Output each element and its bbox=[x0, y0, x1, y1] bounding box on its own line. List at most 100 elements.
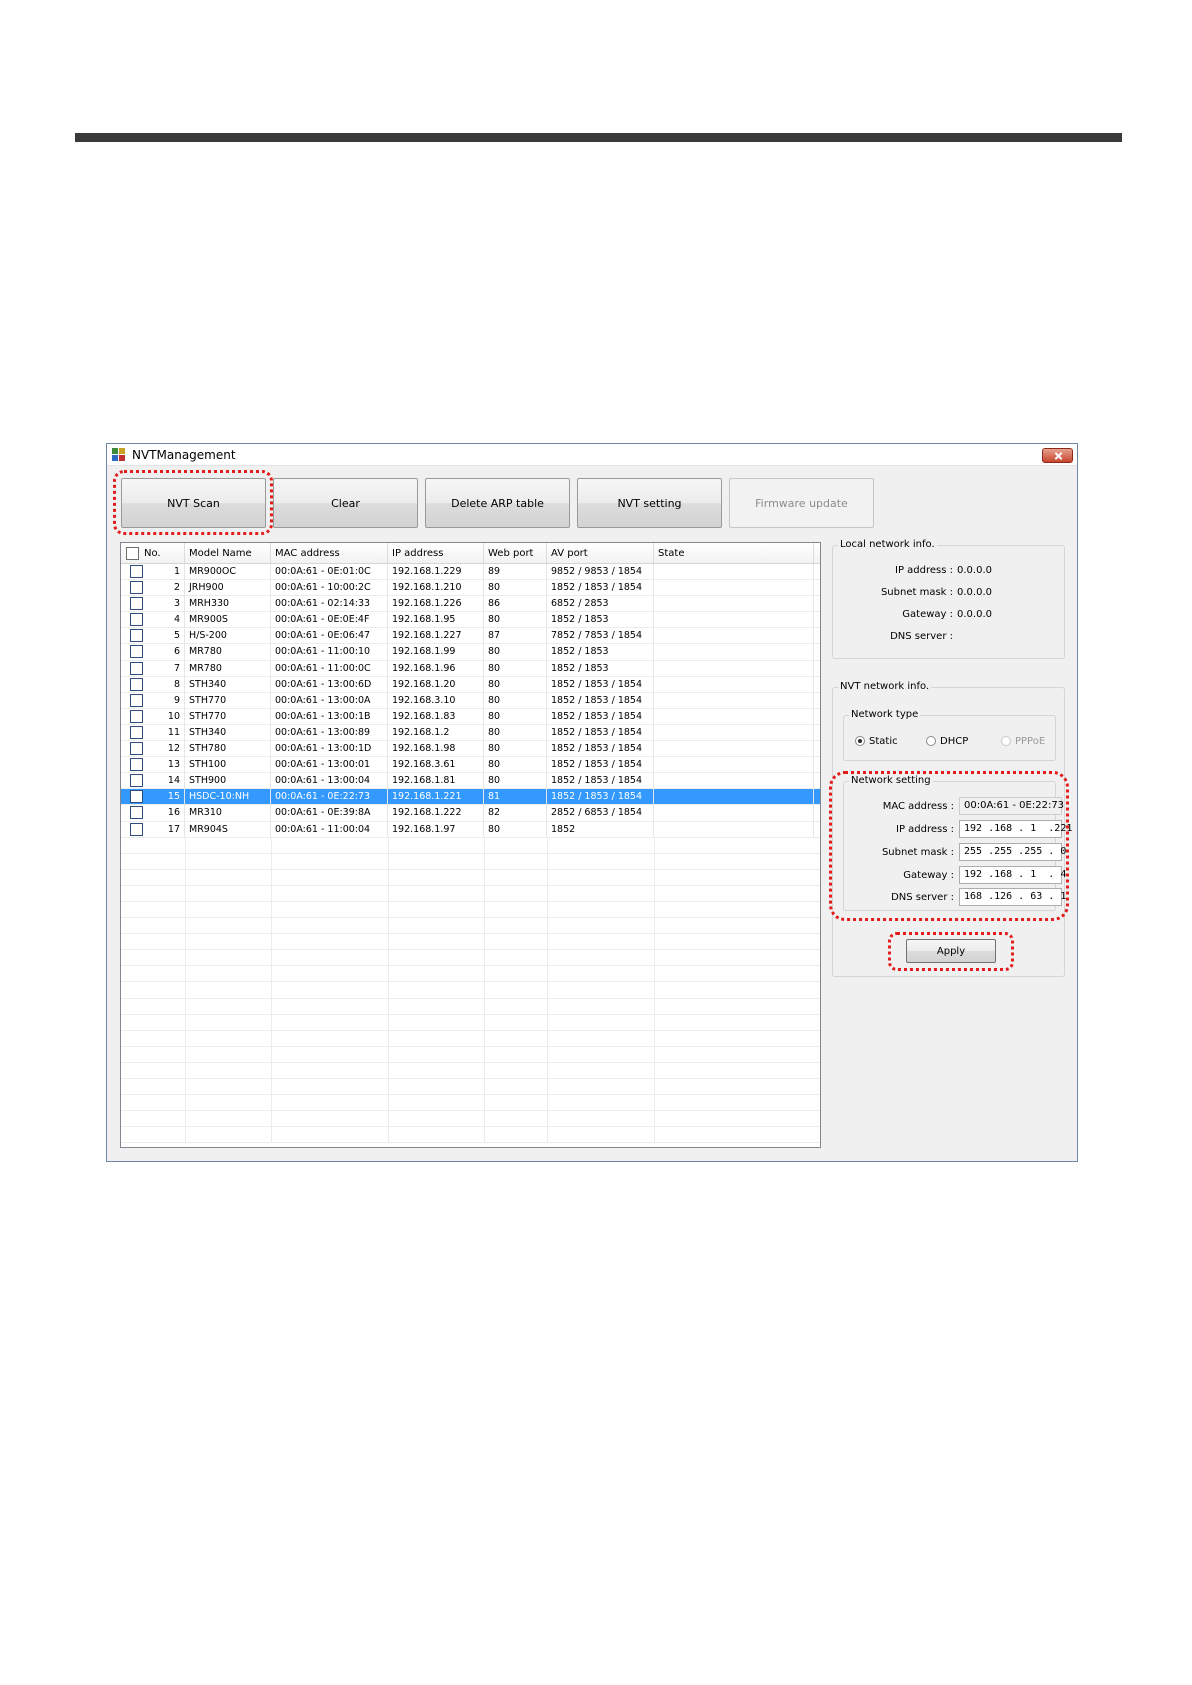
column-divider bbox=[388, 1111, 389, 1127]
dhcp-radio[interactable] bbox=[926, 736, 936, 746]
column-divider bbox=[271, 1062, 272, 1078]
cell-av-port: 1852 bbox=[547, 821, 654, 838]
cell-mac: 00:0A:61 - 13:00:1B bbox=[271, 708, 388, 725]
table-header: No. Model Name MAC address IP address We… bbox=[121, 543, 820, 564]
column-divider bbox=[271, 853, 272, 869]
nvt-scan-button[interactable]: NVT Scan bbox=[121, 478, 266, 528]
nvt-dns-field[interactable]: 168 .126 . 63 . 1 bbox=[959, 888, 1066, 906]
delete-arp-table-button[interactable]: Delete ARP table bbox=[425, 478, 570, 528]
column-divider bbox=[654, 1095, 655, 1111]
cell-no: 5 bbox=[121, 628, 185, 645]
clear-button[interactable]: Clear bbox=[273, 478, 418, 528]
table-row[interactable]: 8 STH340 00:0A:61 - 13:00:6D 192.168.1.20 80… bbox=[121, 676, 820, 693]
table-row[interactable]: 6 MR780 00:0A:61 - 11:00:10 192.168.1.99 80 1… bbox=[121, 644, 820, 661]
table-row[interactable]: 5 H/S-200 00:0A:61 - 0E:06:47 192.168.1.227… bbox=[121, 628, 820, 645]
cell-mac: 00:0A:61 - 11:00:0C bbox=[271, 660, 388, 677]
nvt-subnet-field[interactable]: 255 .255 .255 . 0 bbox=[959, 843, 1066, 861]
table-row[interactable]: 9 STH770 00:0A:61 - 13:00:0A 192.168.3.10 80… bbox=[121, 692, 820, 709]
device-table[interactable]: No. Model Name MAC address IP address We… bbox=[120, 542, 821, 1148]
table-row[interactable]: 11 STH340 00:0A:61 - 13:00:89 192.168.1.2 80… bbox=[121, 724, 820, 742]
cell-mac: 00:0A:61 - 11:00:04 bbox=[271, 821, 388, 838]
cell-no: 4 bbox=[121, 612, 185, 629]
cell-state bbox=[654, 773, 814, 790]
delete-arp-label: Delete ARP table bbox=[451, 496, 544, 510]
table-row[interactable]: 1 MR900OC 00:0A:61 - 0E:01:0C 192.168.1.229… bbox=[121, 564, 820, 581]
static-radio[interactable] bbox=[855, 736, 865, 746]
table-row[interactable]: 14 STH900 00:0A:61 - 13:00:04 192.168.1.81 8… bbox=[121, 773, 820, 790]
local-gateway-value: 0.0.0.0 bbox=[957, 609, 992, 620]
header-no-label: No. bbox=[144, 548, 161, 559]
cell-web-port: 80 bbox=[484, 708, 547, 725]
column-divider bbox=[654, 837, 655, 853]
cell-web-port: 80 bbox=[484, 644, 547, 661]
cell-web-port: 80 bbox=[484, 692, 547, 709]
column-divider bbox=[654, 1111, 655, 1127]
cell-av-port: 1852 / 1853 / 1854 bbox=[547, 708, 654, 725]
cell-ip: 192.168.1.227 bbox=[388, 628, 484, 645]
column-divider bbox=[547, 853, 548, 869]
cell-ip: 192.168.1.222 bbox=[388, 805, 484, 822]
empty-row bbox=[121, 1127, 820, 1144]
column-divider bbox=[185, 1030, 186, 1046]
column-divider bbox=[388, 1127, 389, 1143]
header-model[interactable]: Model Name bbox=[185, 543, 271, 564]
nvt-dns-label: DNS server : bbox=[891, 892, 954, 903]
cell-mac: 00:0A:61 - 13:00:1D bbox=[271, 741, 388, 758]
nvt-setting-button[interactable]: NVT setting bbox=[577, 478, 722, 528]
column-divider bbox=[484, 1095, 485, 1111]
cell-model: STH770 bbox=[185, 692, 271, 709]
empty-row bbox=[121, 1030, 820, 1047]
column-divider bbox=[185, 1014, 186, 1030]
cell-mac: 00:0A:61 - 13:00:89 bbox=[271, 724, 388, 741]
header-ip[interactable]: IP address bbox=[388, 543, 484, 564]
column-divider bbox=[271, 998, 272, 1014]
select-all-checkbox[interactable] bbox=[126, 547, 139, 560]
table-row[interactable]: 4 MR900S 00:0A:61 - 0E:0E:4F 192.168.1.95 80… bbox=[121, 612, 820, 629]
column-divider bbox=[185, 918, 186, 934]
header-web-port[interactable]: Web port bbox=[484, 543, 547, 564]
table-row[interactable]: 10 STH770 00:0A:61 - 13:00:1B 192.168.1.83 8… bbox=[121, 708, 820, 725]
column-divider bbox=[654, 1030, 655, 1046]
apply-button[interactable]: Apply bbox=[906, 939, 996, 963]
table-row[interactable]: 12 STH780 00:0A:61 - 13:00:1D 192.168.1.98 8… bbox=[121, 741, 820, 758]
column-divider bbox=[185, 853, 186, 869]
title-bar: NVTManagement bbox=[107, 444, 1077, 466]
close-icon[interactable] bbox=[1042, 448, 1073, 463]
cell-web-port: 87 bbox=[484, 628, 547, 645]
cell-model: STH770 bbox=[185, 708, 271, 725]
table-row[interactable]: 17 MR904S 00:0A:61 - 11:00:04 192.168.1.97 8… bbox=[121, 821, 820, 838]
nvt-gateway-field[interactable]: 192 .168 . 1 . 4 bbox=[959, 866, 1066, 884]
cell-model: STH340 bbox=[185, 724, 271, 741]
table-row[interactable]: 7 MR780 00:0A:61 - 11:00:0C 192.168.1.96 80 1… bbox=[121, 660, 820, 677]
column-divider bbox=[547, 901, 548, 918]
column-divider bbox=[547, 1046, 548, 1062]
header-mac[interactable]: MAC address bbox=[271, 543, 388, 564]
header-av-port[interactable]: AV port bbox=[547, 543, 654, 564]
table-row[interactable]: 2 JRH900 00:0A:61 - 10:00:2C 192.168.1.210 8… bbox=[121, 580, 820, 597]
column-divider bbox=[388, 853, 389, 869]
nvt-management-window: NVTManagement NVT Scan Clear Delete ARP … bbox=[106, 443, 1078, 1162]
column-divider bbox=[271, 982, 272, 998]
cell-mac: 00:0A:61 - 0E:39:8A bbox=[271, 805, 388, 822]
cell-model: STH100 bbox=[185, 757, 271, 774]
empty-row bbox=[121, 885, 820, 902]
column-divider bbox=[484, 901, 485, 918]
nvt-mac-field: 00:0A:61 - 0E:22:73 bbox=[959, 797, 1064, 815]
cell-no: 15 bbox=[121, 789, 185, 806]
cell-state bbox=[654, 708, 814, 725]
nvt-ip-field[interactable]: 192 .168 . 1 .221 bbox=[959, 820, 1072, 838]
table-row[interactable]: 16 MR310 00:0A:61 - 0E:39:8A 192.168.1.222 8… bbox=[121, 805, 820, 822]
table-row[interactable]: 3 MRH330 00:0A:61 - 02:14:33 192.168.1.226 8… bbox=[121, 596, 820, 613]
header-state[interactable]: State bbox=[654, 543, 814, 564]
column-divider bbox=[185, 950, 186, 966]
table-row[interactable]: 15 HSDC-10:NH 00:0A:61 - 0E:22:73 192.168.1… bbox=[121, 789, 820, 806]
cell-av-port: 7852 / 7853 / 1854 bbox=[547, 628, 654, 645]
column-divider bbox=[484, 1030, 485, 1046]
cell-ip: 192.168.1.210 bbox=[388, 580, 484, 597]
column-divider bbox=[271, 950, 272, 966]
column-divider bbox=[185, 837, 186, 853]
column-divider bbox=[185, 998, 186, 1014]
table-row[interactable]: 13 STH100 00:0A:61 - 13:00:01 192.168.3.61 8… bbox=[121, 757, 820, 774]
cell-no: 2 bbox=[121, 580, 185, 597]
cell-ip: 192.168.1.20 bbox=[388, 676, 484, 693]
